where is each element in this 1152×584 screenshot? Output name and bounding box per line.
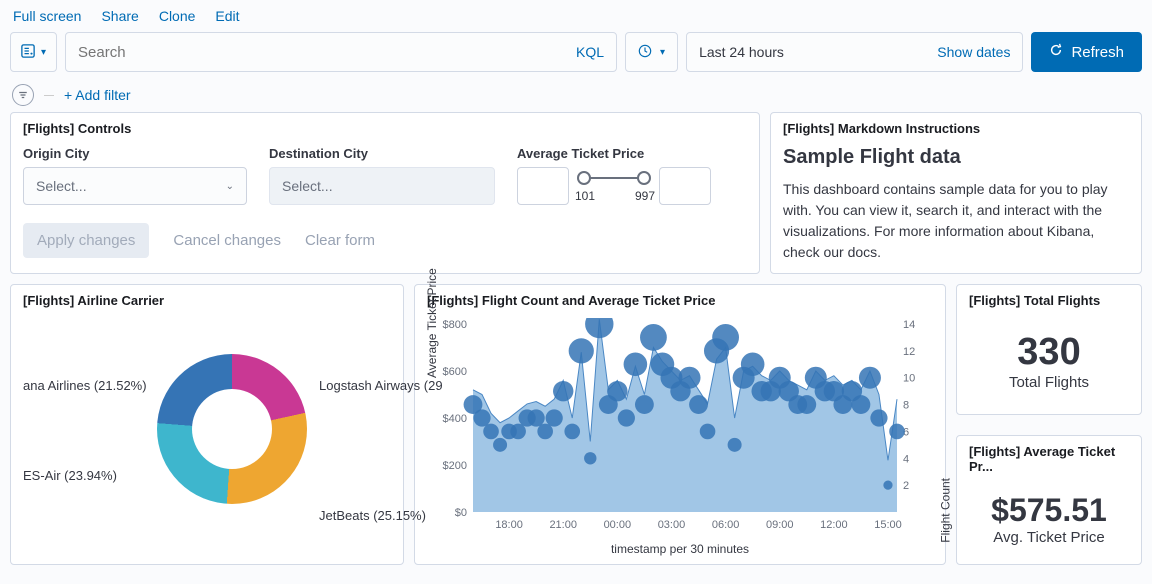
refresh-button[interactable]: Refresh xyxy=(1031,32,1142,72)
y2-axis-label: Flight Count xyxy=(939,478,953,543)
metric-label: Avg. Ticket Price xyxy=(993,529,1104,546)
svg-text:09:00: 09:00 xyxy=(766,519,794,531)
svg-text:$200: $200 xyxy=(443,460,467,472)
svg-text:21:00: 21:00 xyxy=(549,519,577,531)
metric-value: $575.51 xyxy=(991,492,1107,529)
svg-text:14: 14 xyxy=(903,319,915,331)
date-quick-button[interactable]: ▾ xyxy=(625,32,678,72)
panel-title: [Flights] Markdown Instructions xyxy=(783,121,1129,136)
top-links: Full screen Share Clone Edit xyxy=(0,0,1152,32)
select-placeholder: Select... xyxy=(36,178,87,194)
query-bar: ▾ KQL ▾ Last 24 hours Show dates Refresh xyxy=(0,32,1152,80)
donut-chart[interactable] xyxy=(157,354,307,504)
area-bubble-chart[interactable]: $0$200$400$600$800246810121418:0021:0000… xyxy=(427,318,929,540)
search-input[interactable] xyxy=(66,44,564,61)
docs-link[interactable]: docs xyxy=(848,244,878,260)
svg-text:12: 12 xyxy=(903,346,915,358)
panel-airline-carrier: [Flights] Airline Carrier ana Airlines (… xyxy=(10,284,404,565)
metric-value: 330 xyxy=(1017,331,1080,374)
svg-text:03:00: 03:00 xyxy=(658,519,686,531)
panel-title: [Flights] Airline Carrier xyxy=(23,293,391,308)
panel-total-flights: [Flights] Total Flights 330 Total Flight… xyxy=(956,284,1142,415)
slider-min-label: 101 xyxy=(575,189,595,203)
dest-city-select[interactable]: Select... xyxy=(269,167,495,205)
search-box[interactable]: KQL xyxy=(65,32,617,72)
panel-avg-ticket: [Flights] Average Ticket Pr... $575.51 A… xyxy=(956,435,1142,566)
donut-label: JetBeats (25.15%) xyxy=(319,508,426,523)
cancel-changes-button[interactable]: Cancel changes xyxy=(173,232,281,249)
apply-changes-button[interactable]: Apply changes xyxy=(23,223,149,258)
date-range-label: Last 24 hours xyxy=(699,44,784,60)
clear-form-button[interactable]: Clear form xyxy=(305,232,375,249)
panel-markdown: [Flights] Markdown Instructions Sample F… xyxy=(770,112,1142,274)
origin-city-label: Origin City xyxy=(23,146,247,161)
index-icon xyxy=(21,44,35,61)
markdown-heading: Sample Flight data xyxy=(783,146,1129,169)
svg-text:$0: $0 xyxy=(455,507,467,519)
panel-title: [Flights] Total Flights xyxy=(969,293,1129,308)
slider-handle-max[interactable] xyxy=(637,171,651,185)
metric-label: Total Flights xyxy=(1009,374,1089,391)
markdown-text: This dashboard contains sample data for … xyxy=(783,181,1108,260)
svg-text:15:00: 15:00 xyxy=(874,519,902,531)
avg-price-label: Average Ticket Price xyxy=(517,146,743,161)
markdown-text: . xyxy=(877,244,881,260)
chevron-down-icon: ⌄ xyxy=(226,181,234,192)
svg-text:06:00: 06:00 xyxy=(712,519,740,531)
fullscreen-link[interactable]: Full screen xyxy=(13,8,81,24)
svg-text:$400: $400 xyxy=(443,413,467,425)
price-max-input[interactable] xyxy=(659,167,711,205)
slider-handle-min[interactable] xyxy=(577,171,591,185)
dest-city-label: Destination City xyxy=(269,146,495,161)
query-lang-button[interactable]: KQL xyxy=(564,44,616,60)
panel-controls: [Flights] Controls Origin City Select...… xyxy=(10,112,760,274)
svg-text:12:00: 12:00 xyxy=(820,519,848,531)
share-link[interactable]: Share xyxy=(101,8,138,24)
svg-text:$600: $600 xyxy=(443,366,467,378)
price-slider[interactable]: 101 997 xyxy=(577,167,651,205)
svg-text:00:00: 00:00 xyxy=(604,519,632,531)
markdown-body: This dashboard contains sample data for … xyxy=(783,179,1129,263)
filter-options-button[interactable] xyxy=(12,84,34,106)
svg-text:18:00: 18:00 xyxy=(495,519,523,531)
panel-title: [Flights] Average Ticket Pr... xyxy=(969,444,1129,474)
filter-bar: + Add filter xyxy=(0,80,1152,112)
svg-text:2: 2 xyxy=(903,480,909,492)
clock-icon xyxy=(638,44,652,61)
index-pattern-button[interactable]: ▾ xyxy=(10,32,57,72)
svg-text:$800: $800 xyxy=(443,319,467,331)
slider-max-label: 997 xyxy=(635,189,655,203)
donut-label: ES-Air (23.94%) xyxy=(23,468,117,483)
panel-flight-count: [Flights] Flight Count and Average Ticke… xyxy=(414,284,946,565)
refresh-label: Refresh xyxy=(1071,44,1124,61)
chevron-down-icon: ▾ xyxy=(660,47,665,58)
edit-link[interactable]: Edit xyxy=(215,8,239,24)
price-min-input[interactable] xyxy=(517,167,569,205)
svg-text:4: 4 xyxy=(903,453,909,465)
chevron-down-icon: ▾ xyxy=(41,47,46,58)
add-filter-button[interactable]: + Add filter xyxy=(64,87,131,103)
donut-label: ana Airlines (21.52%) xyxy=(23,378,147,393)
origin-city-select[interactable]: Select... ⌄ xyxy=(23,167,247,205)
panel-title: [Flights] Flight Count and Average Ticke… xyxy=(427,293,933,308)
svg-text:8: 8 xyxy=(903,400,909,412)
x-axis-label: timestamp per 30 minutes xyxy=(427,542,933,556)
date-range-button[interactable]: Last 24 hours Show dates xyxy=(686,32,1023,72)
svg-text:10: 10 xyxy=(903,373,915,385)
donut-label: Logstash Airways (29 xyxy=(319,378,443,393)
show-dates-link[interactable]: Show dates xyxy=(937,44,1010,60)
refresh-icon xyxy=(1049,43,1063,61)
select-placeholder: Select... xyxy=(282,178,333,194)
divider xyxy=(44,95,54,96)
panel-title: [Flights] Controls xyxy=(23,121,747,136)
clone-link[interactable]: Clone xyxy=(159,8,196,24)
